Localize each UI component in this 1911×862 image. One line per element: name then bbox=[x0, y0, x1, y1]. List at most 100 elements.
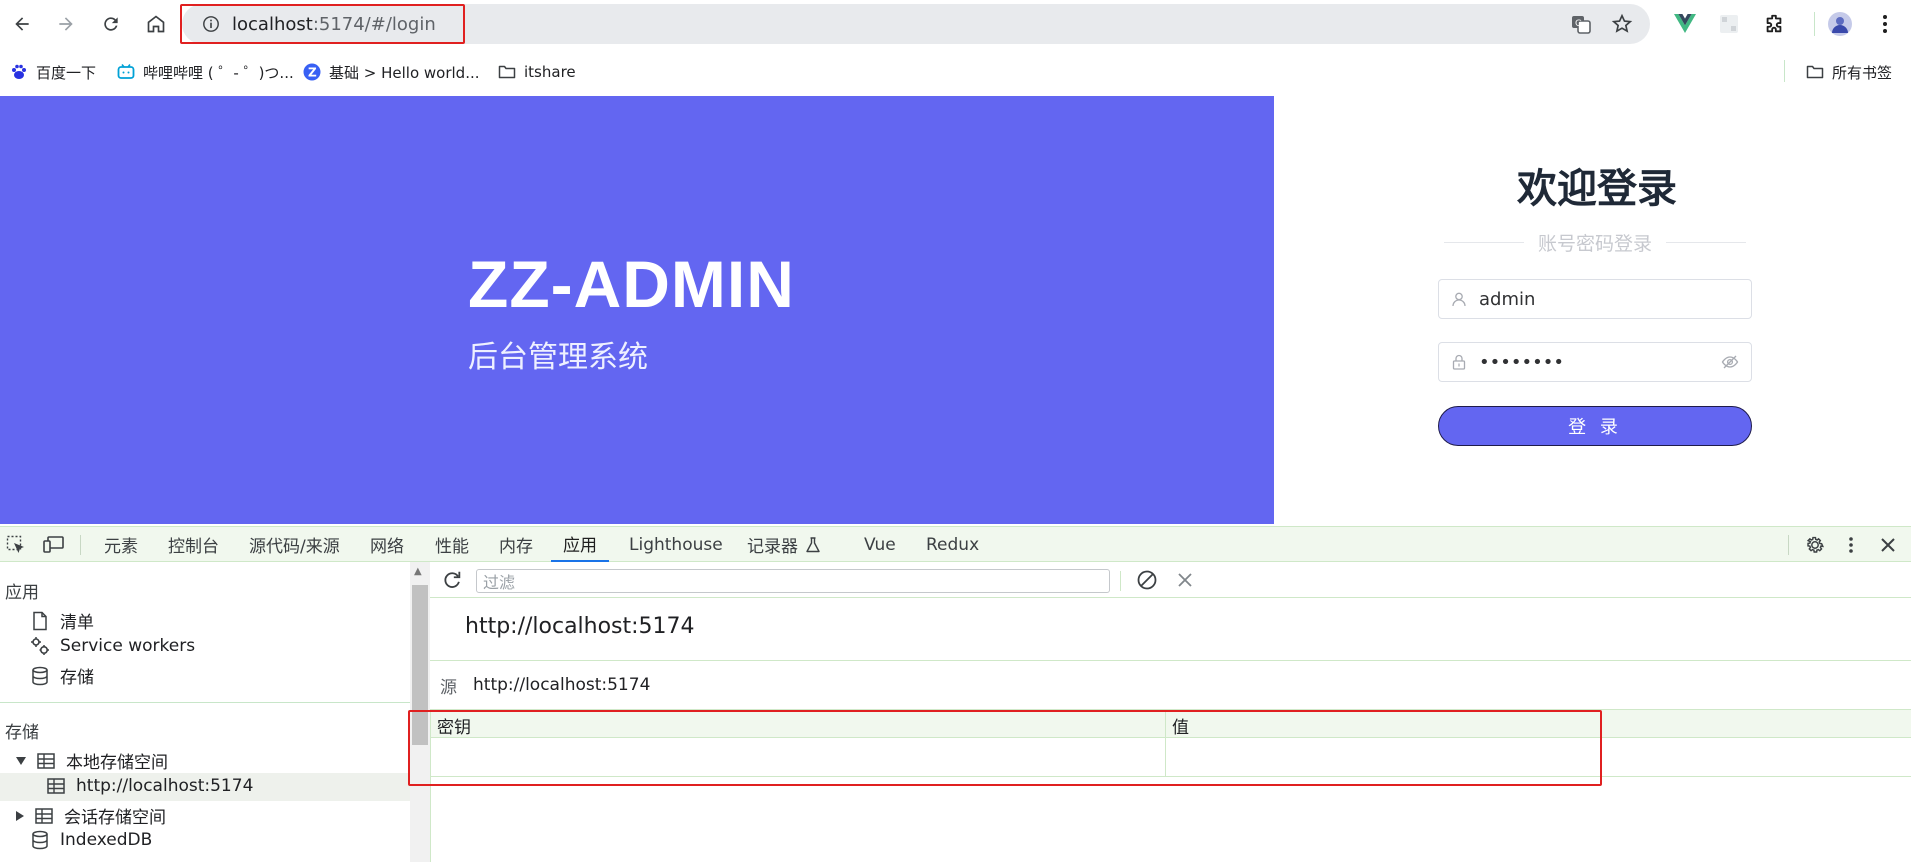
devtools-close-button[interactable] bbox=[1876, 533, 1900, 557]
lock-icon bbox=[1452, 354, 1466, 370]
tab-divider bbox=[80, 535, 81, 555]
vue-devtools-extension[interactable] bbox=[1671, 10, 1699, 38]
tab-lighthouse[interactable]: Lighthouse bbox=[629, 527, 723, 562]
login-panel: 欢迎登录 账号密码登录 admin •••••••• 登 录 bbox=[1274, 96, 1911, 524]
star-icon bbox=[1611, 13, 1633, 33]
reload-icon bbox=[104, 17, 118, 31]
toolbar-divider bbox=[1120, 571, 1121, 591]
username-field[interactable]: admin bbox=[1438, 279, 1752, 319]
profile-avatar[interactable] bbox=[1826, 10, 1854, 38]
sidebar-item-session-storage[interactable]: 会话存储空间 bbox=[16, 803, 166, 828]
expanded-triangle-icon[interactable] bbox=[16, 756, 26, 765]
password-field[interactable]: •••••••• bbox=[1438, 342, 1752, 382]
extension-button[interactable] bbox=[1715, 10, 1743, 38]
tab-network[interactable]: 网络 bbox=[370, 527, 404, 562]
baidu-icon bbox=[12, 64, 26, 79]
url-field[interactable]: localhost:5174/#/login bbox=[180, 4, 465, 44]
tab-application[interactable]: 应用 bbox=[551, 527, 609, 562]
devtools-menu-button[interactable] bbox=[1839, 533, 1863, 557]
devtools-tabbar: 元素 控制台 源代码/来源 网络 性能 内存 应用 Lighthouse 记录器… bbox=[0, 526, 1911, 562]
gear-icon bbox=[1806, 536, 1825, 553]
bookmark-zhihu-basic[interactable]: Z 基础 > Hello world... bbox=[303, 60, 480, 84]
sidebar-divider bbox=[0, 702, 410, 703]
collapsed-triangle-icon[interactable] bbox=[16, 810, 24, 821]
sidebar-item-local-origin[interactable]: http://localhost:5174 bbox=[46, 776, 253, 796]
reload-button[interactable] bbox=[97, 10, 125, 38]
bookmark-label: 哔哩哔哩 ( ゜- ゜)つ... bbox=[143, 63, 294, 82]
sidebar-item-label: http://localhost:5174 bbox=[76, 776, 254, 796]
sidebar-section-storage: 存储 bbox=[5, 723, 39, 743]
database-icon bbox=[32, 666, 48, 685]
home-button[interactable] bbox=[142, 10, 170, 38]
tab-performance[interactable]: 性能 bbox=[435, 527, 469, 562]
url-path: :5174/#/login bbox=[312, 13, 436, 35]
sidebar-item-label: 本地存储空间 bbox=[66, 753, 168, 773]
device-mode-icon bbox=[43, 536, 64, 553]
url-host: localhost bbox=[232, 13, 313, 35]
sidebar-item-label: 会话存储空间 bbox=[64, 808, 166, 828]
browser-toolbar: localhost:5174/#/login G bbox=[0, 0, 1911, 48]
device-toolbar-button[interactable] bbox=[42, 533, 66, 557]
origin-label: 源 bbox=[440, 677, 457, 698]
filter-input[interactable]: 过滤 bbox=[476, 569, 1110, 593]
toolbar-divider bbox=[1814, 12, 1815, 36]
inspect-element-button[interactable] bbox=[4, 533, 28, 557]
login-method-label: 账号密码登录 bbox=[1538, 232, 1653, 255]
eye-off-icon[interactable] bbox=[1721, 353, 1739, 371]
bookmark-label: 基础 > Hello world... bbox=[329, 63, 480, 82]
browser-menu-button[interactable] bbox=[1871, 10, 1899, 38]
all-bookmarks-folder[interactable]: 所有书签 bbox=[1806, 60, 1892, 84]
arrow-left-icon bbox=[15, 17, 29, 31]
bookmark-folder-itshare[interactable]: itshare bbox=[498, 60, 576, 84]
extensions-menu-button[interactable] bbox=[1760, 10, 1788, 38]
refresh-button[interactable] bbox=[441, 569, 463, 595]
kebab-menu-icon bbox=[1849, 537, 1853, 553]
tab-sources[interactable]: 源代码/来源 bbox=[249, 527, 340, 562]
scroll-up-arrow-icon[interactable]: ▲ bbox=[414, 566, 422, 577]
inspect-cursor-icon bbox=[6, 535, 24, 553]
tab-divider bbox=[1788, 535, 1789, 555]
svg-text:G: G bbox=[1575, 19, 1582, 29]
tab-elements[interactable]: 元素 bbox=[104, 527, 138, 562]
bookmark-baidu[interactable]: 百度一下 bbox=[10, 60, 96, 84]
tab-memory[interactable]: 内存 bbox=[499, 527, 533, 562]
login-button[interactable]: 登 录 bbox=[1438, 406, 1752, 446]
bookmarks-bar: 百度一下 哔哩哔哩 ( ゜- ゜)つ... Z 基础 > Hello world… bbox=[0, 56, 1911, 88]
kebab-menu-icon bbox=[1883, 15, 1887, 33]
sidebar-item-indexeddb[interactable]: IndexedDB bbox=[30, 830, 152, 850]
site-info-icon[interactable] bbox=[202, 15, 220, 33]
tab-vue[interactable]: Vue bbox=[864, 527, 896, 562]
sidebar-item-manifest[interactable]: 清单 bbox=[30, 608, 94, 633]
login-title: 欢迎登录 bbox=[1517, 166, 1677, 212]
login-method-divider: 账号密码登录 bbox=[1444, 230, 1747, 255]
origin-row: 源 http://localhost:5174 bbox=[430, 660, 1911, 710]
sidebar-item-local-storage[interactable]: 本地存储空间 bbox=[16, 748, 168, 773]
clear-all-button[interactable] bbox=[1136, 569, 1158, 595]
divider-line bbox=[1666, 241, 1747, 243]
table-icon bbox=[37, 752, 55, 769]
sidebar-item-service-workers[interactable]: Service workers bbox=[30, 636, 195, 656]
avatar-icon bbox=[1828, 12, 1852, 36]
delete-selected-button[interactable] bbox=[1176, 571, 1194, 593]
translate-button[interactable]: G bbox=[1569, 12, 1593, 36]
hero-panel: ZZ-ADMIN 后台管理系统 bbox=[0, 96, 1274, 524]
vue-icon bbox=[1674, 14, 1696, 33]
url-text: localhost:5174/#/login bbox=[232, 14, 436, 35]
forward-button[interactable] bbox=[52, 10, 80, 38]
document-icon bbox=[33, 611, 47, 630]
z-icon: Z bbox=[303, 63, 321, 81]
tab-redux[interactable]: Redux bbox=[926, 527, 979, 562]
translate-icon: G bbox=[1572, 16, 1591, 34]
sidebar-item-storage[interactable]: 存储 bbox=[30, 663, 94, 688]
tab-recorder[interactable]: 记录器 bbox=[747, 527, 820, 562]
svg-text:Z: Z bbox=[308, 66, 317, 80]
sidebar-item-label: 存储 bbox=[60, 668, 94, 688]
sidebar-item-label: IndexedDB bbox=[60, 830, 153, 850]
user-icon bbox=[1452, 292, 1466, 307]
bookmark-star-button[interactable] bbox=[1610, 12, 1634, 36]
bookmark-bilibili[interactable]: 哔哩哔哩 ( ゜- ゜)つ... bbox=[117, 60, 294, 84]
divider-line bbox=[1444, 241, 1524, 243]
devtools-settings-button[interactable] bbox=[1803, 533, 1827, 557]
back-button[interactable] bbox=[8, 10, 36, 38]
tab-console[interactable]: 控制台 bbox=[168, 527, 219, 562]
